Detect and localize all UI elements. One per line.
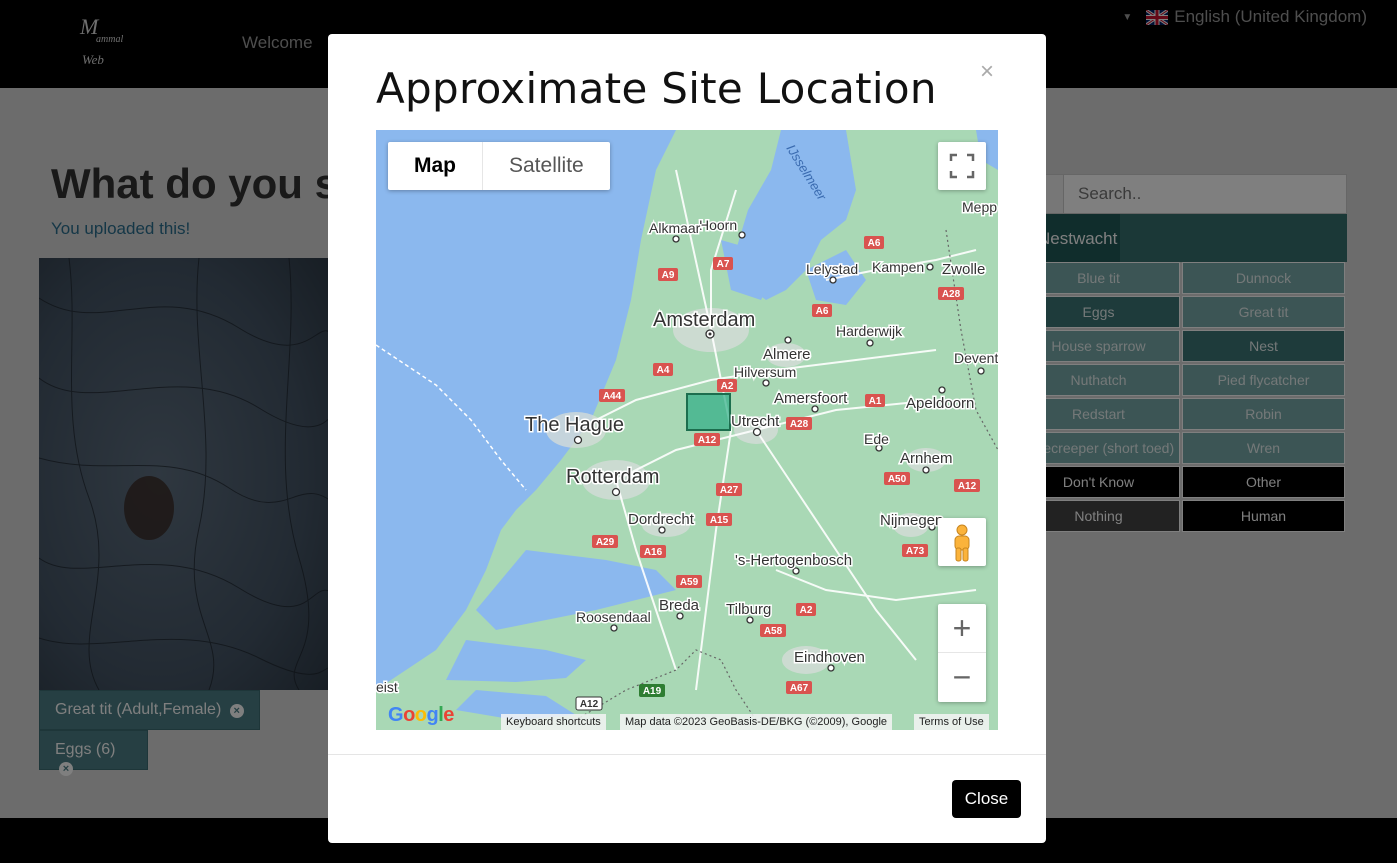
- place-tilburg: Tilburg: [726, 601, 771, 618]
- fullscreen-button[interactable]: [938, 142, 986, 190]
- svg-text:A2: A2: [721, 381, 734, 392]
- road-shield: A2: [717, 379, 737, 392]
- map-type-satellite-button[interactable]: Satellite: [483, 142, 610, 190]
- svg-text:A12: A12: [580, 699, 599, 710]
- place-eindhoven: Eindhoven: [794, 649, 865, 666]
- svg-text:A12: A12: [698, 435, 717, 446]
- place-arnhem: Arnhem: [900, 450, 953, 467]
- svg-text:A19: A19: [643, 686, 662, 697]
- svg-text:A50: A50: [888, 474, 907, 485]
- svg-text:A7: A7: [717, 259, 730, 270]
- place-ede: Ede: [864, 431, 889, 447]
- road-shield: A7: [713, 257, 733, 270]
- fullscreen-icon: [949, 153, 975, 179]
- map-data-attribution: Map data ©2023 GeoBasis-DE/BKG (©2009), …: [620, 714, 893, 730]
- place-rotterdam: Rotterdam: [566, 466, 659, 488]
- svg-text:A59: A59: [680, 577, 699, 588]
- amsterdam-dot-icon: [708, 332, 712, 336]
- zoom-control: + −: [938, 604, 986, 702]
- svg-text:A9: A9: [662, 270, 675, 281]
- road-shield: A1: [865, 394, 885, 407]
- svg-text:A2: A2: [800, 605, 813, 616]
- site-location-modal: Approximate Site Location × Hoorn Alkmaa…: [328, 34, 1046, 843]
- svg-text:A44: A44: [603, 391, 622, 402]
- site-location-marker: [686, 393, 731, 431]
- place-alkmaar: Alkmaar: [649, 220, 701, 236]
- svg-text:A6: A6: [816, 306, 829, 317]
- svg-text:A28: A28: [790, 419, 809, 430]
- svg-text:A58: A58: [764, 626, 783, 637]
- place-utrecht: Utrecht: [731, 413, 780, 430]
- svg-text:A29: A29: [596, 537, 615, 548]
- place-den-bosch: 's-Hertogenbosch: [735, 552, 852, 569]
- close-icon[interactable]: ×: [980, 58, 994, 86]
- street-view-button[interactable]: [938, 518, 986, 566]
- place-amersfoort: Amersfoort: [774, 390, 848, 407]
- place-the-hague: The Hague: [525, 414, 624, 436]
- zoom-out-button[interactable]: −: [938, 653, 986, 702]
- svg-text:A4: A4: [657, 365, 670, 376]
- place-kampen: Kampen: [872, 259, 924, 275]
- site-map[interactable]: Hoorn Alkmaar Lelystad Kampen Zwolle Mep…: [376, 130, 998, 730]
- svg-text:A15: A15: [710, 515, 729, 526]
- road-shield: A16: [640, 545, 666, 558]
- svg-text:A28: A28: [942, 289, 961, 300]
- road-shield: A73: [902, 544, 928, 557]
- place-harderwijk: Harderwijk: [836, 323, 903, 339]
- svg-text:A12: A12: [958, 481, 977, 492]
- svg-text:A6: A6: [868, 238, 881, 249]
- place-hoorn: Hoorn: [699, 217, 737, 233]
- road-shield: A12: [954, 479, 980, 492]
- road-shield: A50: [884, 472, 910, 485]
- modal-footer-divider: [328, 754, 1046, 755]
- road-shield: A67: [786, 681, 812, 694]
- road-shield: A58: [760, 624, 786, 637]
- road-shield: A29: [592, 535, 618, 548]
- road-shield: A28: [786, 417, 812, 430]
- terms-of-use-link[interactable]: Terms of Use: [914, 714, 989, 730]
- keyboard-shortcuts-link[interactable]: Keyboard shortcuts: [501, 714, 606, 730]
- place-dordrecht: Dordrecht: [628, 511, 695, 528]
- svg-text:A67: A67: [790, 683, 809, 694]
- modal-title: Approximate Site Location: [376, 64, 937, 113]
- place-almere: Almere: [763, 346, 811, 363]
- road-shield: A44: [599, 389, 625, 402]
- map-type-control: Map Satellite: [388, 142, 610, 190]
- road-shield: A9: [658, 268, 678, 281]
- google-logo: Google: [388, 704, 454, 726]
- road-shield: A59: [676, 575, 702, 588]
- place-hilversum: Hilversum: [734, 364, 796, 380]
- road-shield: A12: [575, 696, 603, 711]
- road-shield: A4: [653, 363, 673, 376]
- close-button[interactable]: Close: [952, 780, 1021, 818]
- road-shield: A27: [716, 483, 742, 496]
- place-eist: eist: [376, 679, 398, 695]
- road-shield: A2: [796, 603, 816, 616]
- road-shield: A6: [864, 236, 884, 249]
- road-shield: A12: [694, 433, 720, 446]
- road-shield: A6: [812, 304, 832, 317]
- place-breda: Breda: [659, 597, 700, 614]
- place-lelystad: Lelystad: [806, 261, 858, 277]
- place-deventer: Devent: [954, 350, 998, 366]
- map-canvas: Hoorn Alkmaar Lelystad Kampen Zwolle Mep…: [376, 130, 998, 721]
- road-shield: A19: [639, 684, 665, 697]
- road-shield: A15: [706, 513, 732, 526]
- pegman-icon: [954, 524, 970, 562]
- place-roosendaal: Roosendaal: [576, 609, 651, 625]
- place-amsterdam: Amsterdam: [653, 309, 755, 331]
- svg-text:A1: A1: [869, 396, 882, 407]
- svg-text:A73: A73: [906, 546, 925, 557]
- place-nijmegen: Nijmegen: [880, 512, 943, 529]
- place-zwolle: Zwolle: [942, 261, 985, 278]
- road-shield: A28: [938, 287, 964, 300]
- svg-text:A16: A16: [644, 547, 663, 558]
- svg-text:A27: A27: [720, 485, 739, 496]
- place-apeldoorn: Apeldoorn: [906, 395, 974, 412]
- place-meppel: Mepp: [962, 199, 997, 215]
- map-type-map-button[interactable]: Map: [388, 142, 483, 190]
- zoom-in-button[interactable]: +: [938, 604, 986, 653]
